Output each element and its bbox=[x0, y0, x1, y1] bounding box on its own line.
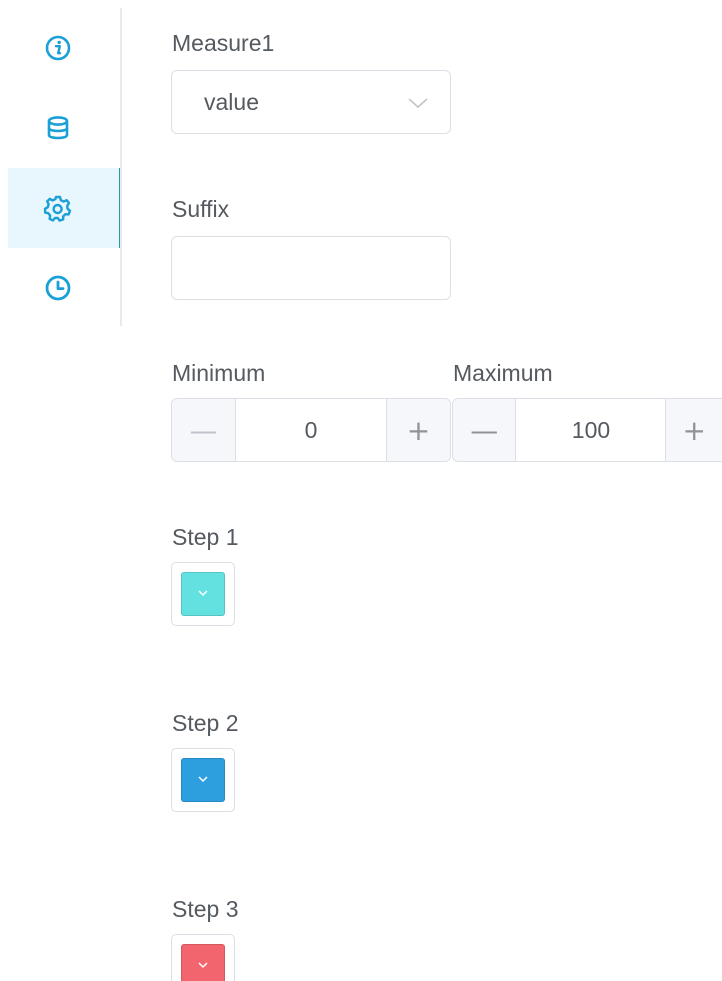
sidebar-item-info[interactable] bbox=[8, 8, 122, 88]
suffix-label: Suffix bbox=[172, 196, 230, 222]
maximum-decrement-button[interactable]: — bbox=[453, 399, 517, 461]
minimum-decrement-button[interactable]: — bbox=[172, 399, 236, 461]
maximum-stepper: — 100 + bbox=[452, 398, 722, 462]
database-icon bbox=[43, 113, 73, 143]
step-1-color-picker[interactable] bbox=[171, 562, 235, 626]
maximum-increment-button[interactable]: + bbox=[665, 399, 722, 461]
gear-icon bbox=[43, 193, 73, 223]
suffix-input[interactable] bbox=[171, 236, 451, 300]
step-2-color-picker[interactable] bbox=[171, 748, 235, 812]
minimum-label: Minimum bbox=[172, 360, 266, 386]
minimum-value[interactable]: 0 bbox=[236, 399, 386, 461]
measure-select-value: value bbox=[204, 89, 259, 115]
info-icon bbox=[43, 33, 73, 63]
sidebar-item-settings[interactable] bbox=[8, 168, 122, 248]
maximum-value[interactable]: 100 bbox=[516, 399, 665, 461]
sidebar-divider bbox=[120, 8, 122, 326]
maximum-label: Maximum bbox=[453, 360, 553, 386]
step-1-label: Step 1 bbox=[172, 524, 239, 550]
settings-panel: Measure1 value Suffix Minimum Maximum — … bbox=[0, 0, 722, 981]
step-2-label: Step 2 bbox=[172, 710, 239, 736]
sidebar-item-data[interactable] bbox=[8, 88, 122, 168]
clock-icon bbox=[43, 273, 73, 303]
sidebar-item-history[interactable] bbox=[8, 248, 122, 328]
step-3-color-swatch bbox=[181, 944, 225, 981]
measure-label: Measure1 bbox=[172, 30, 275, 56]
chevron-down-icon bbox=[196, 771, 210, 789]
chevron-down-icon bbox=[196, 585, 210, 603]
minimum-increment-button[interactable]: + bbox=[386, 399, 450, 461]
sidebar bbox=[0, 0, 124, 330]
chevron-down-icon bbox=[196, 957, 210, 975]
measure-select[interactable]: value bbox=[171, 70, 451, 134]
minimum-stepper: — 0 + bbox=[171, 398, 451, 462]
step-3-color-picker[interactable] bbox=[171, 934, 235, 981]
step-2-color-swatch bbox=[181, 758, 225, 802]
step-1-color-swatch bbox=[181, 572, 225, 616]
step-3-label: Step 3 bbox=[172, 896, 239, 922]
